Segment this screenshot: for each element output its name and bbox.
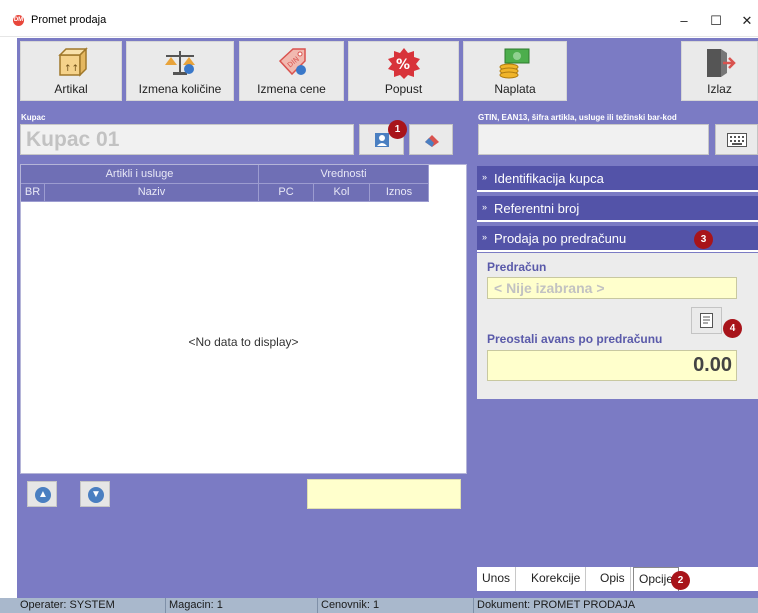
document-icon	[700, 313, 713, 328]
person-card-icon	[375, 133, 389, 147]
grid-group-artikli: Artikli i usluge	[21, 165, 259, 184]
select-predracun-button[interactable]	[691, 307, 722, 334]
maximize-button[interactable]: ☐	[706, 12, 726, 30]
predracun-field[interactable]: < Nije izabrana >	[487, 277, 737, 299]
total-display	[307, 479, 461, 509]
column-iznos[interactable]: Iznos	[370, 184, 429, 202]
keyboard-button[interactable]	[715, 124, 758, 155]
status-magacin: Magacin: 1	[165, 598, 223, 613]
panel-prodaja-po-predracunu[interactable]: » Prodaja po predračunu	[477, 226, 758, 252]
predracun-panel-body: Predračun < Nije izabrana > 4 Preostali …	[477, 253, 758, 399]
izmena-cene-button[interactable]: DIN Izmena cene	[239, 41, 344, 101]
popust-button[interactable]: % Popust	[348, 41, 459, 101]
popust-label: Popust	[384, 82, 423, 96]
tab-korekcije[interactable]: Korekcije	[526, 567, 587, 591]
izmena-kolicine-button[interactable]: Izmena količine	[126, 41, 234, 101]
predracun-value: < Nije izabrana >	[494, 280, 605, 296]
grid-group-vrednosti: Vrednosti	[259, 165, 429, 184]
predracun-label: Predračun	[487, 260, 547, 274]
panel-identifikacija-title: Identifikacija kupca	[494, 171, 604, 186]
minimize-button[interactable]: –	[674, 12, 694, 30]
panel-predracun-title: Prodaja po predračunu	[494, 231, 627, 246]
avans-value: 0.00	[693, 354, 732, 376]
barcode-input[interactable]	[478, 124, 709, 155]
badge-3: 3	[694, 230, 713, 249]
avans-field: 0.00	[487, 350, 737, 381]
move-down-button[interactable]: ▼	[80, 481, 110, 507]
chevron-up-icon: ▲	[35, 487, 51, 503]
avans-label: Preostali avans po predračunu	[487, 332, 663, 346]
izmena-cene-label: Izmena cene	[257, 82, 326, 96]
badge-4: 4	[723, 319, 742, 338]
badge-1: 1	[388, 120, 407, 139]
items-grid[interactable]: Artikli i usluge Vrednosti BR Naziv PC K…	[20, 164, 467, 474]
panel-referentni-title: Referentni broj	[494, 201, 580, 216]
izmena-kolicine-label: Izmena količine	[138, 82, 222, 96]
close-button[interactable]: ✕	[737, 12, 757, 30]
app-icon: DM	[13, 15, 24, 26]
exit-icon	[706, 49, 736, 77]
discount-icon: %	[387, 48, 420, 79]
chevron-right-icon: »	[482, 172, 488, 182]
clear-customer-button[interactable]	[409, 124, 453, 155]
keyboard-icon	[727, 133, 747, 147]
chevron-down-icon: »	[482, 232, 488, 242]
tab-opis[interactable]: Opis	[595, 567, 631, 591]
customer-field[interactable]: Kupac 01	[20, 124, 354, 155]
artikal-label: Artikal	[54, 82, 88, 96]
barcode-label: GTIN, EAN13, šifra artikla, usluge ili t…	[478, 113, 677, 122]
column-kol[interactable]: Kol	[314, 184, 370, 202]
svg-text:↑↑: ↑↑	[64, 64, 79, 74]
box-icon: ↑↑	[58, 47, 88, 77]
eraser-icon	[425, 135, 439, 147]
panel-identifikacija-kupca[interactable]: » Identifikacija kupca	[477, 166, 758, 192]
status-bar: Operater: SYSTEM Magacin: 1 Cenovnik: 1 …	[0, 598, 758, 613]
naplata-label: Naplata	[494, 82, 536, 96]
no-data-message: <No data to display>	[188, 335, 299, 349]
panel-referentni-broj[interactable]: » Referentni broj	[477, 196, 758, 222]
tab-bar: Unos Korekcije Opis Opcije	[477, 567, 758, 591]
tab-unos[interactable]: Unos	[477, 567, 517, 591]
naplata-button[interactable]: Naplata	[463, 41, 567, 101]
chevron-right-icon: »	[482, 202, 488, 212]
status-operater: Operater: SYSTEM	[20, 599, 115, 611]
status-cenovnik: Cenovnik: 1	[317, 598, 379, 613]
column-naziv[interactable]: Naziv	[45, 184, 259, 202]
main-area: ↑↑ Artikal Izmena količine DIN Izmena ce…	[17, 38, 758, 598]
artikal-button[interactable]: ↑↑ Artikal	[20, 41, 122, 101]
izlaz-button[interactable]: Izlaz	[681, 41, 758, 101]
chevron-down-icon: ▼	[88, 487, 104, 503]
izlaz-label: Izlaz	[707, 82, 732, 96]
svg-text:%: %	[396, 57, 410, 73]
scale-icon	[165, 51, 195, 75]
status-dokument: Dokument: PROMET PRODAJA	[473, 598, 635, 613]
move-up-button[interactable]: ▲	[27, 481, 57, 507]
window-title: Promet prodaja	[31, 14, 107, 26]
customer-label: Kupac	[21, 113, 46, 122]
money-icon	[499, 48, 530, 79]
column-pc[interactable]: PC	[259, 184, 314, 202]
price-tag-icon: DIN	[278, 48, 306, 76]
title-bar: DM Promet prodaja – ☐ ✕	[0, 0, 758, 37]
badge-2: 2	[671, 571, 690, 590]
column-br[interactable]: BR	[21, 184, 45, 202]
customer-value: Kupac 01	[26, 128, 120, 151]
